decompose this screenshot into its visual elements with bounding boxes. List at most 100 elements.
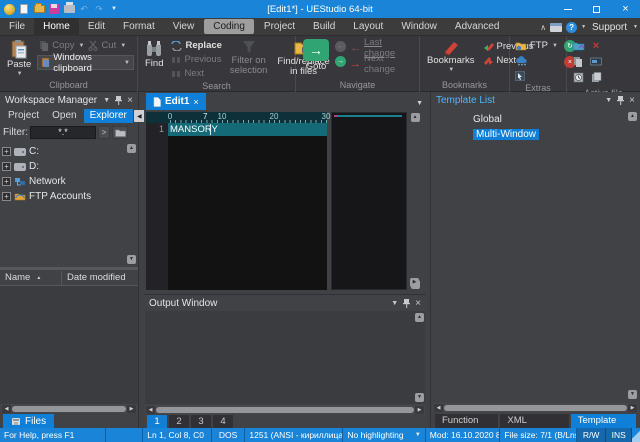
- menu-file[interactable]: File: [0, 18, 34, 36]
- new-file-icon[interactable]: [18, 3, 30, 15]
- help-icon[interactable]: ?: [566, 22, 577, 33]
- filter-input[interactable]: *.*: [30, 126, 96, 139]
- open-file-icon[interactable]: [33, 3, 45, 15]
- scroll-right-icon[interactable]: ▶: [127, 405, 136, 413]
- app-logo-icon[interactable]: [3, 3, 15, 15]
- tab-close-icon[interactable]: ×: [193, 97, 198, 107]
- output-tab-2[interactable]: 2: [169, 415, 189, 428]
- replace-button[interactable]: Replace: [169, 39, 223, 52]
- editor-vscrollbar[interactable]: ▲ ▼: [410, 112, 420, 290]
- scroll-right-icon[interactable]: ▶: [415, 406, 424, 414]
- file-info-icon[interactable]: [571, 70, 585, 85]
- goto-button[interactable]: → Goto: [299, 38, 333, 73]
- filter-apply-button[interactable]: >: [98, 126, 110, 139]
- tree-item-c-drive[interactable]: + C:: [2, 144, 136, 159]
- output-hscrollbar[interactable]: ◀ ▶: [145, 405, 425, 414]
- copy-file-path-icon[interactable]: [571, 54, 585, 69]
- scroll-up-icon[interactable]: ▲: [415, 313, 424, 322]
- bookmarks-button[interactable]: Bookmarks ▼: [423, 38, 479, 74]
- support-menu[interactable]: Support: [592, 22, 627, 33]
- tree-item-ftp-accounts[interactable]: + FTP Accounts: [2, 189, 136, 204]
- expand-icon[interactable]: +: [2, 192, 11, 201]
- filter-browse-button[interactable]: [112, 126, 128, 139]
- scroll-thumb[interactable]: [444, 405, 627, 411]
- minimize-button[interactable]: [553, 0, 582, 18]
- workspace-pin-icon[interactable]: [115, 96, 122, 105]
- tab-explorer[interactable]: Explorer: [84, 109, 133, 123]
- filter-on-selection-button[interactable]: Filter on selection: [226, 38, 272, 76]
- template-hscrollbar[interactable]: ◀ ▶: [433, 403, 638, 412]
- scroll-up-icon[interactable]: ▲: [411, 113, 420, 122]
- tab-function-list[interactable]: Function List: [435, 414, 498, 428]
- ribbon-mode-icon[interactable]: [550, 23, 562, 32]
- resize-grip[interactable]: [632, 428, 640, 442]
- expand-icon[interactable]: +: [2, 147, 11, 156]
- output-tab-4[interactable]: 4: [213, 415, 233, 428]
- template-scroll-up-button[interactable]: ▲: [628, 112, 637, 121]
- tree-item-network[interactable]: + Network: [2, 174, 136, 189]
- menu-format[interactable]: Format: [114, 18, 164, 36]
- document-map[interactable]: [331, 112, 407, 290]
- template-menu-icon[interactable]: ▼: [605, 97, 612, 104]
- workspace-splitter[interactable]: [0, 267, 138, 270]
- tree-item-d-drive[interactable]: + D:: [2, 159, 136, 174]
- nav-forward-icon[interactable]: →: [335, 56, 346, 67]
- maximize-button[interactable]: [582, 0, 611, 18]
- cut-button[interactable]: Cut▼: [86, 39, 128, 52]
- column-name[interactable]: Name ▲: [0, 271, 62, 285]
- copy-button[interactable]: Copy▼: [37, 39, 86, 52]
- status-insert-mode[interactable]: INS: [606, 428, 632, 442]
- output-close-icon[interactable]: ×: [415, 299, 421, 308]
- editor-hscroll-right-icon[interactable]: ▶: [410, 278, 419, 287]
- scroll-down-icon[interactable]: ▼: [415, 393, 424, 402]
- pointer-tool-button[interactable]: [513, 69, 560, 82]
- find-next-button[interactable]: Next: [169, 67, 223, 80]
- nav-back-icon[interactable]: ←: [335, 41, 346, 52]
- output-vscrollbar[interactable]: ▲ ▼: [415, 313, 424, 402]
- column-date-modified[interactable]: Date modified: [62, 272, 126, 283]
- menu-coding[interactable]: Coding: [204, 19, 254, 34]
- files-bottom-tab[interactable]: Files: [3, 414, 54, 428]
- output-menu-icon[interactable]: ▼: [391, 300, 398, 307]
- output-content[interactable]: ▲ ▼: [145, 311, 425, 404]
- expand-icon[interactable]: +: [2, 162, 11, 171]
- template-close-icon[interactable]: ×: [629, 96, 635, 105]
- menu-build[interactable]: Build: [304, 18, 344, 36]
- template-item-global[interactable]: Global: [431, 112, 640, 127]
- scroll-right-icon[interactable]: ▶: [628, 404, 637, 412]
- status-highlighting[interactable]: No highlighting ▼: [343, 428, 425, 442]
- find-previous-button[interactable]: Previous: [169, 53, 223, 66]
- template-item-multi-window[interactable]: Multi-Window: [431, 127, 640, 142]
- collapse-ribbon-icon[interactable]: ∧: [540, 23, 546, 32]
- editor-pane[interactable]: 0 7 10 20 30 1 MANSORY: [146, 112, 327, 290]
- expand-icon[interactable]: +: [2, 177, 11, 186]
- scroll-thumb[interactable]: [12, 406, 126, 412]
- windows-clipboard-select[interactable]: Windows clipboard ▼: [37, 55, 134, 70]
- help-dropdown-icon[interactable]: ▼: [581, 24, 586, 30]
- status-encoding[interactable]: 1251 (ANSI - кириллица) ▼: [245, 428, 343, 442]
- status-line-format[interactable]: DOS: [212, 428, 245, 442]
- tab-xml-manager[interactable]: XML manager: [500, 414, 568, 428]
- menu-advanced[interactable]: Advanced: [446, 18, 508, 36]
- tree-scroll-down-button[interactable]: ▼: [127, 255, 136, 264]
- menu-window[interactable]: Window: [392, 18, 446, 36]
- close-button[interactable]: ×: [611, 0, 640, 18]
- text-area[interactable]: MANSORY: [168, 123, 327, 290]
- scroll-left-icon[interactable]: ◀: [146, 406, 155, 414]
- find-button[interactable]: Find: [141, 38, 167, 70]
- next-change-button[interactable]: → Next change: [348, 57, 416, 70]
- ftp-button[interactable]: FTP▼: [513, 39, 560, 52]
- scroll-thumb[interactable]: [156, 407, 414, 413]
- template-pin-icon[interactable]: [617, 96, 624, 105]
- tab-open[interactable]: Open: [46, 109, 82, 123]
- undo-icon[interactable]: ↶: [78, 3, 90, 15]
- redo-icon[interactable]: ↷: [93, 3, 105, 15]
- print-icon[interactable]: [63, 3, 75, 15]
- output-tab-1[interactable]: 1: [147, 415, 167, 428]
- menu-home[interactable]: Home: [34, 18, 79, 36]
- open-containing-folder-icon[interactable]: [571, 38, 585, 53]
- tab-template-list[interactable]: Template List: [571, 414, 636, 428]
- status-read-write[interactable]: R/W: [577, 428, 607, 442]
- document-tab-edit1[interactable]: Edit1 ×: [146, 93, 206, 110]
- output-pin-icon[interactable]: [403, 299, 410, 308]
